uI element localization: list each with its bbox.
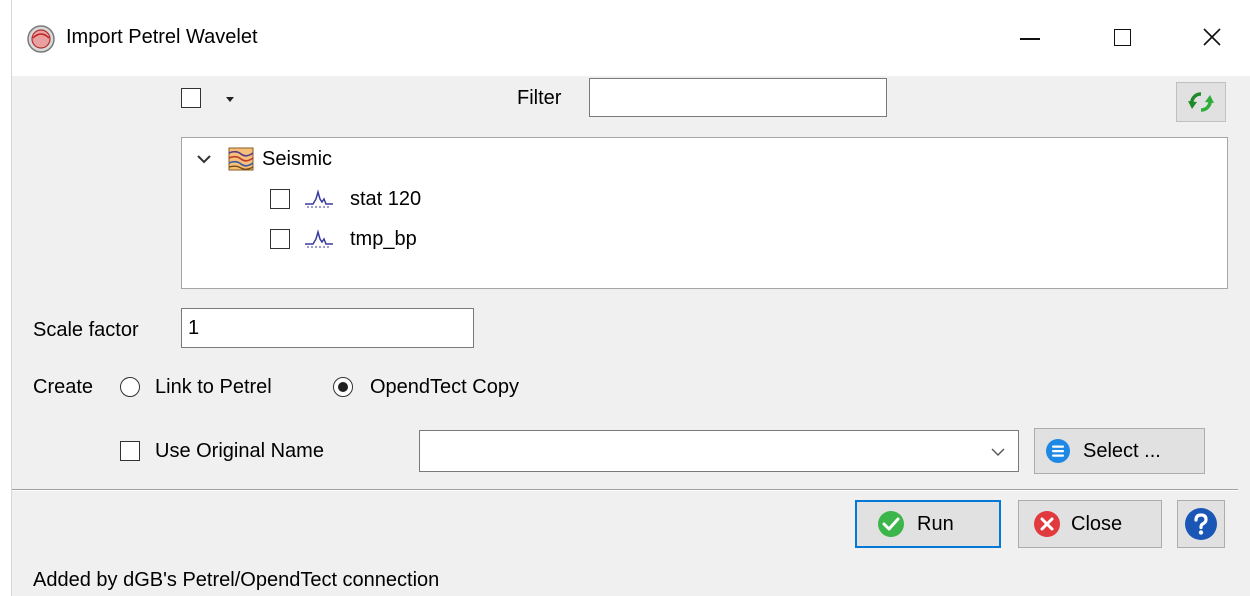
tree-item-label[interactable]: stat 120 (350, 188, 421, 211)
scale-factor-input[interactable] (181, 308, 474, 348)
wavelet-icon (304, 189, 334, 214)
use-original-name-label[interactable]: Use Original Name (155, 440, 324, 463)
use-original-name-checkbox[interactable] (120, 441, 140, 461)
app-icon (26, 24, 56, 54)
tree-item-checkbox[interactable] (270, 229, 290, 249)
help-icon (1185, 508, 1217, 540)
divider-highlight (12, 490, 1238, 491)
window-title: Import Petrel Wavelet (66, 26, 258, 48)
help-button[interactable] (1177, 500, 1225, 548)
scale-factor-label: Scale factor (33, 319, 139, 341)
minimize-icon (1020, 38, 1040, 40)
run-button-label: Run (917, 512, 954, 535)
select-options-dropdown[interactable] (224, 92, 236, 110)
check-circle-icon (878, 511, 904, 537)
list-icon (1046, 439, 1070, 463)
close-button-label: Close (1071, 512, 1123, 535)
close-window-button[interactable] (1184, 14, 1240, 60)
filter-label: Filter (517, 87, 562, 109)
select-button[interactable]: Select ... (1034, 428, 1205, 474)
chevron-down-icon (991, 448, 1005, 456)
left-edge-line (11, 0, 12, 596)
status-text: Added by dGB's Petrel/OpendTect connecti… (33, 569, 440, 591)
caret-down-icon (226, 97, 234, 102)
filter-input[interactable] (589, 78, 887, 117)
close-icon (1203, 28, 1221, 46)
wavelet-icon (304, 229, 334, 254)
link-to-petrel-radio[interactable] (120, 377, 140, 397)
tree-item-checkbox[interactable] (270, 189, 290, 209)
maximize-button[interactable] (1094, 14, 1150, 60)
run-button[interactable]: Run (855, 500, 1001, 548)
seismic-icon (228, 147, 254, 176)
maximize-icon (1113, 28, 1131, 46)
link-to-petrel-label[interactable]: Link to Petrel (155, 376, 272, 399)
select-button-label: Select ... (1083, 439, 1161, 462)
output-name-combobox[interactable] (419, 430, 1019, 472)
close-button[interactable]: Close (1018, 500, 1162, 548)
minimize-button[interactable] (1002, 14, 1058, 60)
wavelet-tree[interactable]: Seismic stat 120 tmp_bp (181, 137, 1228, 289)
dialog-window: Import Petrel Wavelet Filter Seismic sta… (0, 0, 1250, 596)
opendtect-copy-label[interactable]: OpendTect Copy (370, 376, 519, 399)
tree-item-label[interactable]: tmp_bp (350, 228, 417, 251)
left-edge (0, 0, 11, 596)
tree-expand-toggle[interactable] (196, 152, 212, 170)
chevron-down-icon (197, 155, 211, 164)
refresh-button[interactable] (1176, 82, 1226, 122)
select-all-checkbox[interactable] (181, 88, 201, 108)
radio-selected-dot (338, 382, 348, 392)
tree-root-label[interactable]: Seismic (262, 148, 332, 171)
opendtect-copy-radio[interactable] (333, 377, 353, 397)
create-label: Create (33, 376, 94, 398)
close-circle-icon (1034, 511, 1060, 537)
refresh-icon (1188, 92, 1214, 112)
